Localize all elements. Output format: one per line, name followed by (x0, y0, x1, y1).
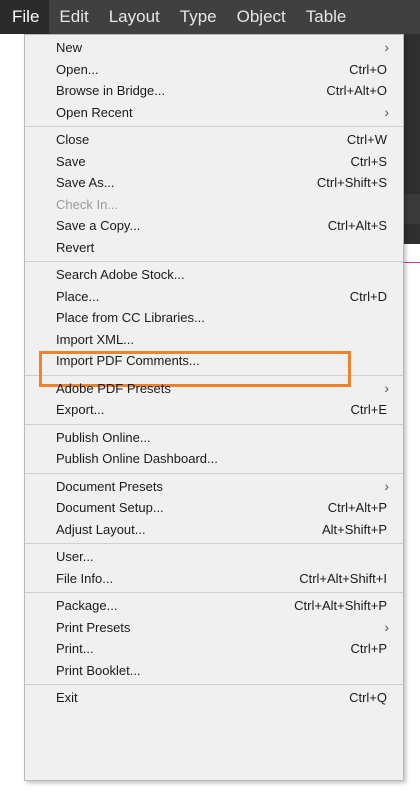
menu-item-search-adobe-stock[interactable]: Search Adobe Stock... (25, 264, 403, 286)
menu-item-document-setup[interactable]: Document Setup... Ctrl+Alt+P (25, 497, 403, 519)
menu-item-label: Publish Online... (56, 429, 151, 445)
menu-item-label: Print Booklet... (56, 662, 141, 678)
menu-item-label: Document Presets (56, 478, 163, 494)
menu-item-label: Exit (56, 690, 78, 705)
menu-item-label: Import PDF Comments... (56, 353, 200, 368)
menu-group: New › Open... Ctrl+O Browse in Bridge... Ctrl… (25, 35, 403, 127)
menu-item-shortcut: Ctrl+P (350, 641, 387, 656)
menu-item-label: Browse in Bridge... (56, 83, 166, 98)
background-document-window (404, 34, 420, 244)
menu-item-shortcut: Ctrl+Q (349, 690, 387, 705)
menu-item-shortcut: Ctrl+Alt+Shift+I (299, 570, 387, 586)
menu-item-label: Print Presets (56, 619, 131, 635)
menu-item-shortcut: Ctrl+Alt+P (327, 500, 387, 515)
menu-item-save-as[interactable]: Save As... Ctrl+Shift+S (25, 172, 403, 194)
menubar-item-edit[interactable]: Edit (49, 0, 98, 34)
menu-item-new[interactable]: New › (25, 37, 403, 59)
menubar-item-file[interactable]: File (0, 0, 50, 34)
menu-item-close[interactable]: Close Ctrl+W (25, 129, 403, 151)
menu-item-shortcut: Ctrl+W (346, 132, 387, 147)
menu-item-file-info[interactable]: File Info... Ctrl+Alt+Shift+I (25, 568, 403, 590)
menu-group: Publish Online... Publish Online Dashboar… (25, 425, 403, 474)
menu-item-shortcut: Ctrl+D (349, 288, 387, 304)
menu-item-publish-online-dashboard[interactable]: Publish Online Dashboard... (25, 448, 403, 470)
menu-group: Adobe PDF Presets › Export... Ctrl+E (25, 376, 403, 425)
menu-item-label: File Info... (56, 570, 114, 586)
menu-item-print-booklet[interactable]: Print Booklet... (25, 660, 403, 682)
menu-bar: File Edit Layout Type Object Table (0, 0, 420, 34)
menu-item-shortcut: Ctrl+S (350, 153, 387, 169)
menu-group: Document Presets › Document Setup... Ctrl+A… (25, 474, 403, 544)
menu-item-label: Search Adobe Stock... (56, 267, 185, 282)
background-guide-line (404, 262, 420, 263)
menu-item-label: Open Recent (56, 104, 133, 120)
menu-item-print-presets[interactable]: Print Presets › (25, 617, 403, 639)
menu-item-document-presets[interactable]: Document Presets › (25, 476, 403, 498)
menu-item-label: Print... (56, 641, 94, 656)
menu-item-label: Save (56, 153, 86, 169)
menu-item-label: Open... (56, 61, 99, 77)
menu-item-import-xml[interactable]: Import XML... (25, 329, 403, 351)
menu-group: Close Ctrl+W Save Ctrl+S Save As... Ctrl+Shif… (25, 127, 403, 262)
menu-item-adobe-pdf-presets[interactable]: Adobe PDF Presets › (25, 378, 403, 400)
menu-item-check-in: Check In... (25, 194, 403, 216)
chevron-right-icon: › (384, 379, 389, 396)
menu-item-save-a-copy[interactable]: Save a Copy... Ctrl+Alt+S (25, 215, 403, 237)
menu-item-label: Place... (56, 288, 100, 304)
menu-item-shortcut: Alt+Shift+P (321, 521, 387, 537)
menu-item-revert[interactable]: Revert (25, 237, 403, 259)
menu-item-place-from-cc-libraries[interactable]: Place from CC Libraries... (25, 307, 403, 329)
menubar-item-table[interactable]: Table (296, 0, 357, 34)
menu-item-label: Adobe PDF Presets (56, 380, 171, 396)
menu-item-label: Revert (56, 239, 95, 255)
chevron-right-icon: › (384, 103, 389, 120)
menu-item-label: Package... (56, 598, 118, 613)
chevron-right-icon: › (384, 618, 389, 635)
menubar-item-layout[interactable]: Layout (99, 0, 170, 34)
menu-item-label: Place from CC Libraries... (56, 310, 205, 325)
menu-item-place[interactable]: Place... Ctrl+D (25, 286, 403, 308)
menu-item-label: Save As... (56, 175, 115, 190)
menu-item-shortcut: Ctrl+E (350, 402, 387, 417)
menu-item-label: Adjust Layout... (56, 521, 146, 537)
menu-item-shortcut: Ctrl+Shift+S (316, 175, 387, 190)
menu-item-label: Publish Online Dashboard... (56, 451, 218, 466)
menu-item-user[interactable]: User... (25, 546, 403, 568)
menu-item-browse-in-bridge[interactable]: Browse in Bridge... Ctrl+Alt+O (25, 80, 403, 102)
menu-item-label: Close (56, 132, 90, 147)
menu-item-label: Save a Copy... (56, 218, 141, 233)
chevron-right-icon: › (384, 477, 389, 494)
file-menu-dropdown: New › Open... Ctrl+O Browse in Bridge... Ctrl… (24, 34, 404, 781)
menu-item-open-recent[interactable]: Open Recent › (25, 102, 403, 124)
menu-group: Search Adobe Stock... Place... Ctrl+D Place… (25, 262, 403, 376)
menubar-item-object[interactable]: Object (227, 0, 296, 34)
menu-item-shortcut: Ctrl+Alt+O (326, 83, 387, 98)
menu-item-shortcut: Ctrl+Alt+S (327, 218, 387, 233)
menu-item-import-pdf-comments[interactable]: Import PDF Comments... (25, 350, 403, 372)
menu-item-label: Document Setup... (56, 500, 164, 515)
menu-item-label: Import XML... (56, 331, 135, 347)
menu-item-adjust-layout[interactable]: Adjust Layout... Alt+Shift+P (25, 519, 403, 541)
menu-group: Exit Ctrl+Q (25, 685, 403, 712)
menu-item-shortcut: Ctrl+Alt+Shift+P (294, 598, 387, 613)
menu-item-shortcut: Ctrl+O (349, 61, 387, 77)
menu-item-label: Check In... (56, 196, 119, 212)
menu-item-export[interactable]: Export... Ctrl+E (25, 399, 403, 421)
menu-group: User... File Info... Ctrl+Alt+Shift+I (25, 544, 403, 593)
menu-group: Package... Ctrl+Alt+Shift+P Print Presets ›… (25, 593, 403, 685)
menu-item-label: New (56, 40, 83, 55)
menu-item-print[interactable]: Print... Ctrl+P (25, 638, 403, 660)
menu-item-label: User... (56, 549, 94, 564)
menu-item-exit[interactable]: Exit Ctrl+Q (25, 687, 403, 709)
menu-item-save[interactable]: Save Ctrl+S (25, 151, 403, 173)
menu-item-open[interactable]: Open... Ctrl+O (25, 59, 403, 81)
menu-item-package[interactable]: Package... Ctrl+Alt+Shift+P (25, 595, 403, 617)
menu-item-publish-online[interactable]: Publish Online... (25, 427, 403, 449)
menubar-item-type[interactable]: Type (170, 0, 227, 34)
chevron-right-icon: › (384, 39, 389, 55)
menu-item-label: Export... (56, 402, 105, 417)
